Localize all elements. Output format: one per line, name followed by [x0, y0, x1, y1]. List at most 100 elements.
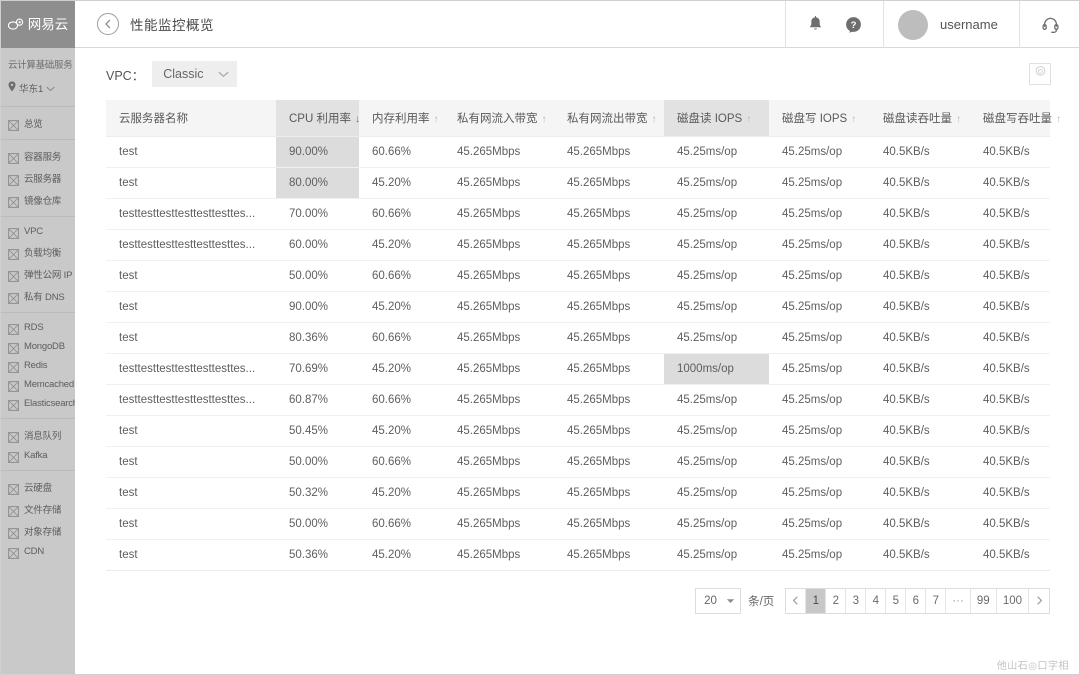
sidebar-item-MongoDB[interactable]: MongoDB: [1, 337, 75, 356]
table-cell: 45.265Mbps: [444, 136, 554, 168]
table-row[interactable]: test 50.00% 60.66% 45.265Mbps 45.265Mbps 45.2…: [106, 260, 1050, 292]
top-bar: 网易云 性能监控概览 ? username: [1, 1, 1079, 48]
sidebar-item-label: 私有 DNS: [24, 292, 65, 303]
grid-icon: [8, 291, 19, 304]
sidebar-item-label: 云服务器: [24, 174, 62, 185]
sort-asc-icon[interactable]: ↑: [956, 114, 961, 125]
page-button-2[interactable]: 2: [826, 588, 847, 613]
page-button-99[interactable]: 99: [970, 588, 997, 613]
table-cell: 45.25ms/op: [769, 539, 870, 571]
table-cell: testtesttesttesttesttesttes...: [106, 229, 276, 261]
table-row[interactable]: testtesttesttesttesttesttes... 70.69% 45.2…: [106, 353, 1050, 385]
table-cell: 45.25ms/op: [769, 508, 870, 540]
vpc-select[interactable]: Classic: [152, 61, 237, 87]
sidebar-item-镜像仓库[interactable]: 镜像仓库: [1, 189, 75, 211]
bell-icon[interactable]: [808, 16, 823, 33]
sidebar-item-总览[interactable]: 总览: [1, 112, 75, 134]
page-button-7[interactable]: 7: [926, 588, 947, 613]
table-row[interactable]: test 50.36% 45.20% 45.265Mbps 45.265Mbps 45.2…: [106, 539, 1050, 571]
sort-asc-icon[interactable]: ↑: [652, 114, 657, 125]
sort-asc-icon[interactable]: ↑: [746, 114, 751, 125]
question-circle-icon[interactable]: ?: [845, 16, 862, 33]
column-header-3[interactable]: 私有网流入带宽 ↑: [444, 100, 554, 137]
table-cell: 45.20%: [359, 477, 444, 509]
sidebar-item-label: CDN: [24, 546, 44, 557]
table-row[interactable]: test 50.00% 60.66% 45.265Mbps 45.265Mbps 45.2…: [106, 508, 1050, 540]
sort-asc-icon[interactable]: ↑: [851, 114, 856, 125]
column-header-0[interactable]: 云服务器名称: [106, 100, 276, 137]
table-cell: test: [106, 508, 276, 540]
sidebar-item-消息队列[interactable]: 消息队列: [1, 424, 75, 446]
sidebar: 云计算基础服务 华东1 总览 容器服务 云服务器 镜像仓库 VPC 负载均衡 弹性公网 IP…: [1, 48, 75, 674]
region-selector[interactable]: 华东1: [1, 77, 75, 106]
page-button-3[interactable]: 3: [846, 588, 867, 613]
sidebar-item-Elasticsearch[interactable]: Elasticsearch: [1, 394, 75, 413]
table-row[interactable]: testtesttesttesttesttesttes... 60.00% 45.2…: [106, 229, 1050, 261]
column-header-label: CPU 利用率: [289, 112, 351, 125]
sidebar-item-对象存储[interactable]: 对象存储: [1, 520, 75, 542]
table-cell: 45.25ms/op: [769, 291, 870, 323]
table-row[interactable]: testtesttesttesttesttesttes... 70.00% 60.6…: [106, 198, 1050, 230]
sidebar-item-负载均衡[interactable]: 负载均衡: [1, 241, 75, 263]
column-header-6[interactable]: 磁盘写 IOPS ↑: [769, 100, 870, 137]
column-header-5[interactable]: 磁盘读 IOPS ↑: [664, 100, 769, 137]
sidebar-item-云硬盘[interactable]: 云硬盘: [1, 476, 75, 498]
sort-desc-icon[interactable]: ↓: [355, 114, 360, 125]
table-container: 云服务器名称 CPU 利用率 ↓ 内存利用率 ↑ 私有网流入带宽 ↑ 私有网流出带宽 ↑ 磁盘读 …: [106, 100, 1061, 571]
sidebar-item-label: 容器服务: [24, 152, 62, 163]
sort-asc-icon[interactable]: ↑: [434, 114, 439, 125]
sidebar-item-RDS[interactable]: RDS: [1, 318, 75, 337]
sidebar-item-弹性公网 IP[interactable]: 弹性公网 IP: [1, 263, 75, 285]
table-row[interactable]: test 90.00% 60.66% 45.265Mbps 45.265Mbps 45.2…: [106, 136, 1050, 168]
sidebar-item-文件存储[interactable]: 文件存储: [1, 498, 75, 520]
column-header-2[interactable]: 内存利用率 ↑: [359, 100, 444, 137]
page-button-100[interactable]: 100: [996, 588, 1029, 613]
table-row[interactable]: testtesttesttesttesttesttes... 60.87% 60.6…: [106, 384, 1050, 416]
table-cell: 45.265Mbps: [554, 322, 664, 354]
table-row[interactable]: test 50.32% 45.20% 45.265Mbps 45.265Mbps 45.2…: [106, 477, 1050, 509]
table-cell: 40.5KB/s: [870, 384, 970, 416]
sidebar-item-VPC[interactable]: VPC: [1, 222, 75, 241]
sort-asc-icon[interactable]: ↑: [1056, 114, 1061, 125]
sidebar-item-label: Kafka: [24, 450, 48, 461]
column-header-1[interactable]: CPU 利用率 ↓: [276, 100, 360, 137]
prev-page-button[interactable]: [786, 588, 807, 613]
column-header-4[interactable]: 私有网流出带宽 ↑: [554, 100, 664, 137]
brand-logo[interactable]: 网易云: [1, 1, 75, 48]
user-menu[interactable]: username: [883, 1, 1019, 48]
table-row[interactable]: test 80.00% 45.20% 45.265Mbps 45.265Mbps 45.2…: [106, 167, 1050, 199]
sidebar-item-容器服务[interactable]: 容器服务: [1, 145, 75, 167]
page-size-select[interactable]: 20: [695, 587, 742, 614]
table-cell: 40.5KB/s: [870, 477, 970, 509]
table-cell: 45.265Mbps: [554, 229, 664, 261]
table-cell: 45.25ms/op: [769, 260, 870, 292]
username-label: username: [940, 17, 998, 32]
column-settings-button[interactable]: [1029, 63, 1051, 85]
page-button-6[interactable]: 6: [906, 588, 927, 613]
table-cell: 40.5KB/s: [870, 229, 970, 261]
column-header-8[interactable]: 磁盘写吞吐量 ↑: [970, 100, 1061, 137]
page-button-1[interactable]: 1: [806, 588, 827, 613]
next-page-button[interactable]: [1029, 588, 1049, 613]
page-button-5[interactable]: 5: [886, 588, 907, 613]
vpc-select-value: Classic: [163, 67, 204, 81]
sidebar-item-Redis[interactable]: Redis: [1, 356, 75, 375]
table-row[interactable]: test 50.00% 60.66% 45.265Mbps 45.265Mbps 45.2…: [106, 446, 1050, 478]
back-button[interactable]: [97, 13, 119, 35]
table-cell: 40.5KB/s: [870, 167, 970, 199]
sidebar-item-Memcached[interactable]: Memcached: [1, 375, 75, 394]
sidebar-item-label: RDS: [24, 322, 44, 333]
sidebar-item-私有 DNS[interactable]: 私有 DNS: [1, 285, 75, 307]
table-cell: 40.5KB/s: [870, 446, 970, 478]
sidebar-item-CDN[interactable]: CDN: [1, 542, 75, 561]
table-row[interactable]: test 90.00% 45.20% 45.265Mbps 45.265Mbps 45.2…: [106, 291, 1050, 323]
sort-asc-icon[interactable]: ↑: [542, 114, 547, 125]
page-button-4[interactable]: 4: [866, 588, 887, 613]
sidebar-item-云服务器[interactable]: 云服务器: [1, 167, 75, 189]
support-button[interactable]: [1019, 1, 1079, 48]
sidebar-item-Kafka[interactable]: Kafka: [1, 446, 75, 465]
sidebar-item-label: 总览: [24, 119, 43, 130]
table-row[interactable]: test 80.36% 60.66% 45.265Mbps 45.265Mbps 45.2…: [106, 322, 1050, 354]
column-header-7[interactable]: 磁盘读吞吐量 ↑: [870, 100, 970, 137]
table-row[interactable]: test 50.45% 45.20% 45.265Mbps 45.265Mbps 45.2…: [106, 415, 1050, 447]
